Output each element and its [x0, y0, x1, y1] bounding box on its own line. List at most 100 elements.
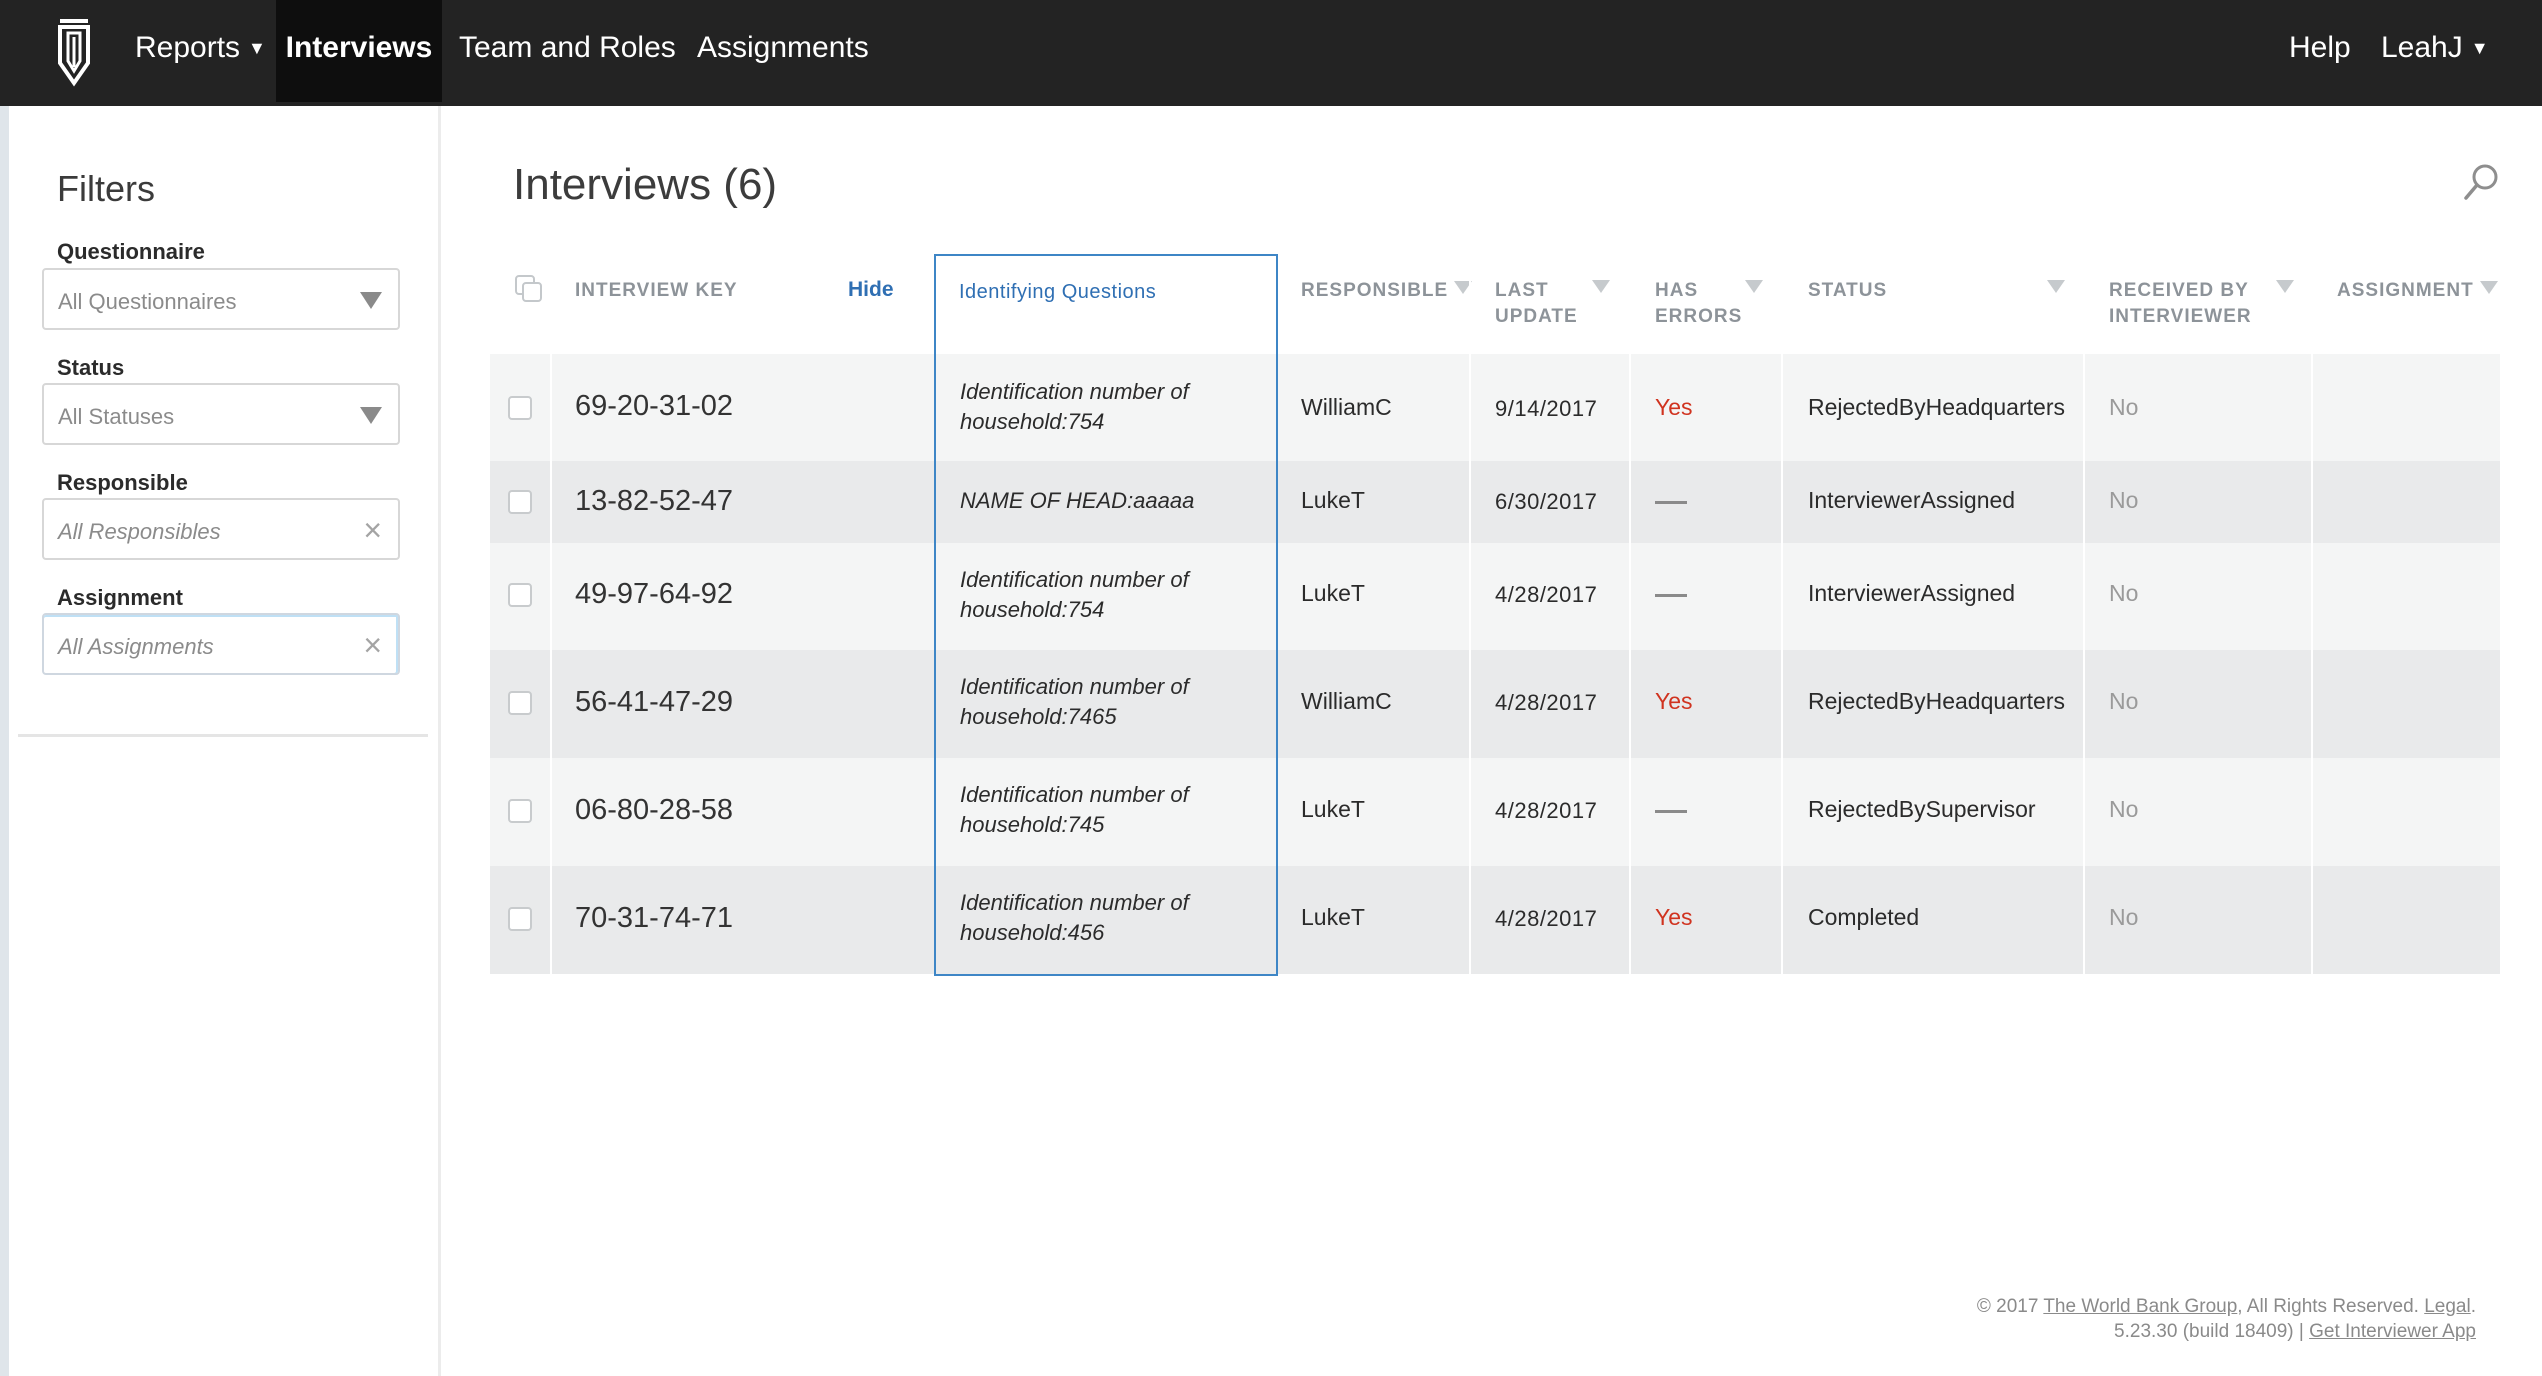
interview-key[interactable]: 70-31-74-71	[575, 902, 733, 935]
responsible: WilliamC	[1301, 688, 1392, 714]
assignment-label: Assignment	[57, 585, 183, 610]
world-bank-link[interactable]: The World Bank Group	[2043, 1296, 2237, 1317]
nav-help[interactable]: Help	[2289, 0, 2351, 102]
table-row[interactable]: 13-82-52-47 NAME OF HEAD:aaaaa LukeT 6/3…	[490, 461, 2500, 543]
nav-reports[interactable]: Reports ▼	[135, 0, 266, 102]
interview-key[interactable]: 69-20-31-02	[575, 390, 733, 423]
table-row[interactable]: 49-97-64-92 Identification number of hous…	[490, 543, 2500, 650]
responsible-placeholder: All Responsibles	[58, 519, 221, 544]
received-by-interviewer: No	[2109, 487, 2139, 513]
status-label: Status	[57, 355, 125, 380]
clear-icon[interactable]: ×	[363, 514, 382, 546]
select-all-icon[interactable]	[514, 274, 544, 304]
last-update: 4/28/2017	[1495, 690, 1598, 715]
has-errors: Yes	[1655, 688, 1693, 714]
get-interviewer-app-link[interactable]: Get Interviewer App	[2309, 1321, 2476, 1342]
received-by-interviewer: No	[2109, 796, 2139, 822]
interview-key[interactable]: 06-80-28-58	[575, 794, 733, 827]
interview-key[interactable]: 13-82-52-47	[575, 485, 733, 518]
sidebar-divider	[438, 106, 441, 1376]
table-header: Interview Key Hide Responsible Last Updat…	[490, 252, 2500, 352]
hide-identifying-questions-link[interactable]: Hide	[848, 278, 894, 302]
col-received-by-interviewer[interactable]: Received by Interviewer	[2109, 278, 2252, 330]
status: Completed	[1808, 904, 1920, 930]
status-select[interactable]: All Statuses	[42, 383, 400, 445]
last-update: 4/28/2017	[1495, 582, 1598, 607]
responsible: LukeT	[1301, 580, 1365, 606]
row-checkbox[interactable]	[508, 396, 532, 420]
table-row[interactable]: 70-31-74-71 Identification number of hous…	[490, 866, 2500, 974]
row-checkbox[interactable]	[508, 799, 532, 823]
col-responsible[interactable]: Responsible	[1301, 278, 1473, 304]
identifying-questions: Identification number of household:7465	[960, 674, 1189, 729]
nav-interviews[interactable]: Interviews	[276, 0, 442, 102]
interview-key[interactable]: 56-41-47-29	[575, 686, 733, 719]
assignment-placeholder: All Assignments	[58, 634, 214, 659]
no-errors-dash	[1655, 810, 1687, 813]
row-checkbox[interactable]	[508, 907, 532, 931]
no-errors-dash	[1655, 594, 1687, 597]
sort-filter-icon[interactable]	[1592, 280, 1610, 293]
legal-link[interactable]: Legal	[2424, 1296, 2471, 1317]
top-navbar: Reports ▼ Interviews Team and Roles Assig…	[0, 0, 2542, 106]
questionnaire-select-value: All Questionnaires	[58, 289, 237, 314]
questionnaire-label: Questionnaire	[57, 239, 205, 264]
col-interview-key[interactable]: Interview Key	[575, 278, 738, 304]
last-update: 6/30/2017	[1495, 489, 1598, 514]
row-checkbox[interactable]	[508, 490, 532, 514]
footer-version-line: 5.23.30 (build 18409) | Get Interviewer …	[2114, 1321, 2476, 1342]
row-checkbox[interactable]	[508, 691, 532, 715]
last-update: 4/28/2017	[1495, 798, 1598, 823]
status: RejectedByHeadquarters	[1808, 688, 2065, 714]
responsible-input[interactable]: All Responsibles ×	[42, 498, 400, 560]
received-by-interviewer: No	[2109, 688, 2139, 714]
identifying-questions: Identification number of household:754	[960, 379, 1189, 434]
col-identifying-questions[interactable]: Identifying Questions	[959, 281, 1156, 304]
has-errors: Yes	[1655, 904, 1693, 930]
nav-team-and-roles[interactable]: Team and Roles	[459, 0, 676, 102]
questionnaire-select[interactable]: All Questionnaires	[42, 268, 400, 330]
chevron-down-icon: ▼	[248, 38, 266, 58]
dropdown-arrow-icon	[360, 407, 382, 424]
col-status[interactable]: Status	[1808, 278, 1887, 304]
table-row[interactable]: 06-80-28-58 Identification number of hous…	[490, 758, 2500, 866]
no-errors-dash	[1655, 501, 1687, 504]
sort-filter-icon[interactable]	[2276, 280, 2294, 293]
responsible: LukeT	[1301, 487, 1365, 513]
nav-user-menu[interactable]: LeahJ ▼	[2381, 0, 2489, 102]
table-row[interactable]: 69-20-31-02 Identification number of hous…	[490, 354, 2500, 461]
nav-assignments[interactable]: Assignments	[697, 0, 869, 102]
page-title: Interviews (6)	[513, 160, 778, 209]
column-separator	[2083, 252, 2085, 974]
sidebar-divider-line	[18, 734, 428, 737]
sidebar-edge	[0, 106, 9, 1376]
column-separator	[550, 252, 552, 974]
identifying-questions: Identification number of household:456	[960, 890, 1189, 945]
responsible: WilliamC	[1301, 394, 1392, 420]
search-icon[interactable]	[2463, 163, 2499, 201]
column-separator	[1629, 252, 1631, 974]
assignment-input[interactable]: All Assignments ×	[42, 613, 400, 675]
dropdown-arrow-icon	[360, 292, 382, 309]
survey-solutions-logo-icon[interactable]	[54, 17, 94, 87]
sort-filter-icon[interactable]	[2047, 280, 2065, 293]
status: InterviewerAssigned	[1808, 580, 2016, 606]
col-last-update[interactable]: Last Update	[1495, 278, 1578, 330]
last-update: 4/28/2017	[1495, 906, 1598, 931]
table-row[interactable]: 56-41-47-29 Identification number of hous…	[490, 650, 2500, 758]
responsible-label: Responsible	[57, 470, 188, 495]
sort-filter-icon	[2479, 281, 2498, 294]
identifying-questions: Identification number of household:745	[960, 782, 1189, 837]
identifying-questions: Identification number of household:754	[960, 567, 1189, 622]
column-separator	[2311, 252, 2313, 974]
interview-key[interactable]: 49-97-64-92	[575, 578, 733, 611]
sort-filter-icon[interactable]	[1745, 280, 1763, 293]
col-has-errors[interactable]: Has Errors	[1655, 278, 1742, 330]
row-checkbox[interactable]	[508, 583, 532, 607]
col-assignment[interactable]: Assignment	[2337, 278, 2498, 304]
footer: © 2017 The World Bank Group, All Rights …	[1977, 1294, 2476, 1344]
clear-icon[interactable]: ×	[363, 629, 382, 661]
chevron-down-icon: ▼	[2470, 38, 2489, 58]
has-errors: Yes	[1655, 394, 1693, 420]
received-by-interviewer: No	[2109, 394, 2139, 420]
